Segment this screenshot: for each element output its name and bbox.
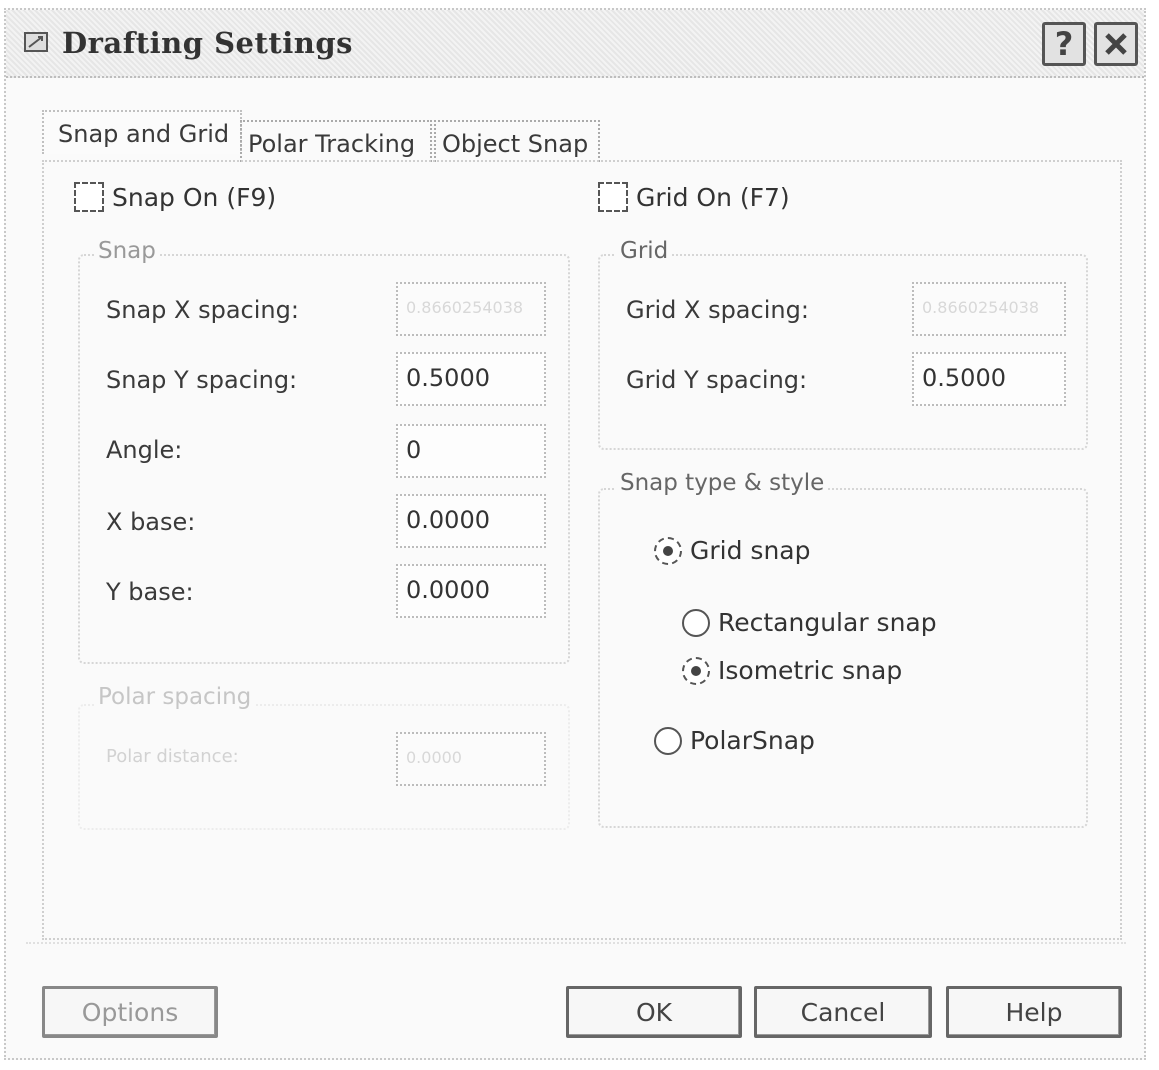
grid-y-spacing-input[interactable]: 0.5000 <box>912 352 1066 406</box>
x-base-label: X base: <box>106 508 196 536</box>
y-base-input[interactable]: 0.0000 <box>396 564 546 618</box>
grid-snap-label: Grid snap <box>690 536 811 565</box>
snap-y-spacing-label: Snap Y spacing: <box>106 366 298 394</box>
isometric-snap-label: Isometric snap <box>718 656 903 685</box>
rectangular-snap-radio[interactable] <box>682 608 710 637</box>
grid-snap-radio[interactable] <box>654 536 682 565</box>
tab-polar-tracking[interactable]: Polar Tracking <box>240 120 432 162</box>
angle-label: Angle: <box>106 436 183 464</box>
snap-on-checkbox-row[interactable]: Snap On (F9) <box>74 182 276 212</box>
tab-snap-and-grid[interactable]: Snap and Grid <box>42 110 242 154</box>
snap-y-spacing-input[interactable]: 0.5000 <box>396 352 546 406</box>
ok-button[interactable]: OK <box>566 986 742 1038</box>
title-bar: Drafting Settings ? <box>6 10 1144 78</box>
close-icon <box>1105 33 1127 55</box>
footer-separator <box>26 942 1126 944</box>
snap-type-group-title: Snap type & style <box>616 470 829 496</box>
grid-y-spacing-label: Grid Y spacing: <box>626 366 808 394</box>
grid-on-checkbox-row[interactable]: Grid On (F7) <box>598 182 790 212</box>
y-base-label: Y base: <box>106 578 194 606</box>
snap-x-spacing-label: Snap X spacing: <box>106 296 299 324</box>
x-base-input[interactable]: 0.0000 <box>396 494 546 548</box>
polar-snap-label: PolarSnap <box>690 726 815 755</box>
help-button[interactable]: Help <box>946 986 1122 1038</box>
title-help-button[interactable]: ? <box>1042 22 1086 66</box>
polar-snap-radio[interactable] <box>654 726 682 755</box>
isometric-snap-radio-row[interactable]: Isometric snap <box>682 656 902 685</box>
cancel-button[interactable]: Cancel <box>754 986 932 1038</box>
grid-on-checkbox[interactable] <box>598 182 628 212</box>
grid-snap-radio-row[interactable]: Grid snap <box>654 536 810 565</box>
snap-on-label: Snap On (F9) <box>112 182 277 212</box>
radio-selected-dot <box>663 545 673 556</box>
options-button[interactable]: Options <box>42 986 218 1038</box>
polar-distance-label: Polar distance: <box>106 746 239 767</box>
polar-snap-radio-row[interactable]: PolarSnap <box>654 726 815 755</box>
rectangular-snap-label: Rectangular snap <box>718 608 937 637</box>
grid-x-spacing-label: Grid X spacing: <box>626 296 809 324</box>
snap-group-title: Snap <box>94 238 160 264</box>
snap-on-checkbox[interactable] <box>74 182 104 212</box>
grid-group-title: Grid <box>616 238 673 264</box>
isometric-snap-radio[interactable] <box>682 656 710 685</box>
close-button[interactable] <box>1094 22 1138 66</box>
angle-input[interactable]: 0 <box>396 424 546 478</box>
rectangular-snap-radio-row[interactable]: Rectangular snap <box>682 608 937 637</box>
drafting-settings-dialog: Drafting Settings ? Snap and Grid Polar … <box>4 8 1146 1060</box>
drafting-settings-app-icon <box>24 32 48 52</box>
grid-on-label: Grid On (F7) <box>636 182 790 212</box>
snap-x-spacing-input[interactable]: 0.8660254038 <box>396 282 546 336</box>
grid-x-spacing-input[interactable]: 0.8660254038 <box>912 282 1066 336</box>
polar-spacing-group-title: Polar spacing <box>94 684 256 710</box>
polar-distance-input[interactable]: 0.0000 <box>396 732 546 786</box>
window-title: Drafting Settings <box>62 26 353 60</box>
radio-selected-dot <box>691 665 701 676</box>
tab-object-snap[interactable]: Object Snap <box>434 120 600 162</box>
